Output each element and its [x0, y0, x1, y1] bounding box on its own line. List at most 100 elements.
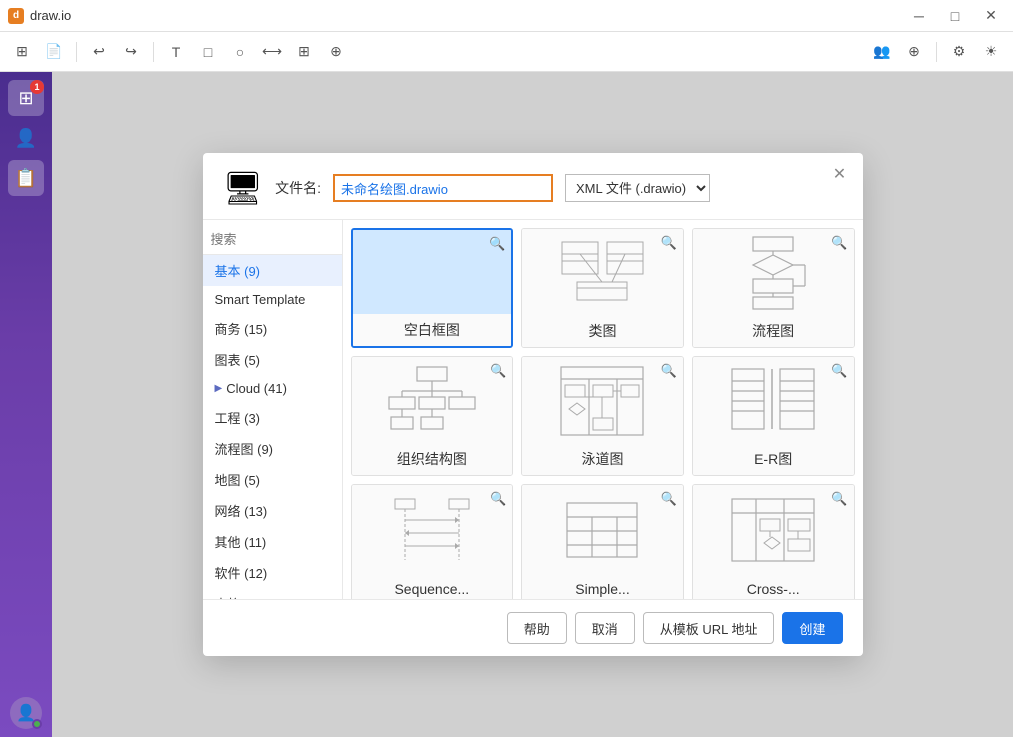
flowchart-svg	[733, 235, 813, 310]
search-icon: 🔍	[489, 236, 505, 252]
theme-button[interactable]: ☀	[977, 38, 1005, 66]
toolbar-btn-connect[interactable]: ⟷	[258, 38, 286, 66]
toolbar-btn-extra[interactable]: ⊕	[322, 38, 350, 66]
category-label: 软件 (12)	[215, 563, 268, 582]
category-item-basic[interactable]: 基本 (9)	[203, 255, 342, 286]
swimlane-svg	[557, 363, 647, 438]
toolbar-btn-circle[interactable]: ○	[226, 38, 254, 66]
category-item-map[interactable]: 地图 (5)	[203, 464, 342, 495]
template-grid: 🔍 空白框图 🔍	[343, 220, 863, 599]
template-simple[interactable]: 🔍 Simple...	[521, 484, 684, 599]
template-swimlane[interactable]: 🔍	[521, 356, 684, 476]
toolbar-btn-2[interactable]: 📄	[40, 38, 68, 66]
simple-preview: 🔍	[522, 485, 683, 575]
seq-svg	[387, 495, 477, 565]
template-blank[interactable]: 🔍 空白框图	[351, 228, 514, 348]
org-preview: 🔍	[352, 357, 513, 443]
simple-svg	[557, 495, 647, 565]
sequence-preview: 🔍	[352, 485, 513, 575]
template-label: Cross-...	[693, 575, 854, 599]
share-button[interactable]: ⊕	[900, 38, 928, 66]
category-label: 图表 (5)	[215, 350, 261, 369]
search-box: 🔍	[203, 224, 342, 255]
template-org[interactable]: 🔍	[351, 356, 514, 476]
notification-badge: 1	[30, 80, 44, 94]
org-svg	[387, 363, 477, 438]
new-diagram-dialog: 🖥 文件名: XML 文件 (.drawio) PDF 文件 (.pdf) ✕	[203, 153, 863, 656]
category-item-smart[interactable]: Smart Template	[203, 286, 342, 313]
file-type-select[interactable]: XML 文件 (.drawio) PDF 文件 (.pdf)	[565, 174, 710, 202]
category-item-cloud[interactable]: ▶ Cloud (41)	[203, 375, 342, 402]
settings-button[interactable]: ⚙	[945, 38, 973, 66]
file-name-row: 文件名: XML 文件 (.drawio) PDF 文件 (.pdf)	[275, 174, 710, 202]
toolbar-sep-2	[153, 42, 154, 62]
undo-button[interactable]: ↩	[85, 38, 113, 66]
create-button[interactable]: 创建	[782, 612, 842, 644]
redo-button[interactable]: ↪	[117, 38, 145, 66]
category-label: Cloud (41)	[226, 381, 287, 396]
dialog-footer: 帮助 取消 从模板 URL 地址 创建	[203, 599, 863, 656]
template-cross[interactable]: 🔍	[692, 484, 855, 599]
dialog-close-button[interactable]: ✕	[829, 163, 851, 185]
minimize-button[interactable]: ─	[905, 6, 933, 26]
category-item-table[interactable]: 表格 (4)	[203, 588, 342, 599]
sidebar-home-badge: ⊞ 1	[8, 80, 44, 116]
help-button[interactable]: 帮助	[507, 612, 567, 644]
template-label: 空白框图	[353, 314, 512, 346]
sidebar-user-icon[interactable]: 👤	[8, 120, 44, 156]
category-item-engineering[interactable]: 工程 (3)	[203, 402, 342, 433]
category-label: Smart Template	[215, 292, 306, 307]
app-body: ⊞ 1 👤 📋 👤 🖥 文件名: XML 文件 (.drawio)	[0, 72, 1013, 737]
file-name-input[interactable]	[333, 174, 553, 202]
toolbar-btn-table[interactable]: ⊞	[290, 38, 318, 66]
template-sequence[interactable]: 🔍	[351, 484, 514, 599]
category-item-business[interactable]: 商务 (15)	[203, 313, 342, 344]
toolbar-btn-text[interactable]: T	[162, 38, 190, 66]
cross-preview: 🔍	[693, 485, 854, 575]
search-icon: 🔍	[661, 491, 677, 507]
flowchart-preview: 🔍	[693, 229, 854, 315]
collab-button[interactable]: 👥	[868, 38, 896, 66]
search-input[interactable]	[211, 232, 343, 247]
search-icon: 🔍	[831, 235, 847, 251]
category-item-software[interactable]: 软件 (12)	[203, 557, 342, 588]
search-icon: 🔍	[661, 363, 677, 379]
cancel-button[interactable]: 取消	[575, 612, 635, 644]
category-label: 流程图 (9)	[215, 439, 274, 458]
category-item-other[interactable]: 其他 (11)	[203, 526, 342, 557]
template-label: 组织结构图	[352, 443, 513, 475]
toolbar-sep-1	[76, 42, 77, 62]
class-preview: 🔍	[522, 229, 683, 315]
category-item-flowchart[interactable]: 流程图 (9)	[203, 433, 342, 464]
file-icon: 🖥	[223, 169, 264, 207]
er-svg	[728, 363, 818, 438]
category-list: 🔍 基本 (9) Smart Template 商务 (15) 图表 (5)	[203, 220, 343, 599]
template-label: 类图	[522, 315, 683, 347]
window-controls: ─ □ ✕	[905, 6, 1005, 26]
sidebar-docs-icon[interactable]: 📋	[8, 160, 44, 196]
avatar-status	[32, 719, 42, 729]
close-button[interactable]: ✕	[977, 6, 1005, 26]
app-icon: d	[8, 8, 24, 24]
swimlane-preview: 🔍	[522, 357, 683, 443]
dialog-header: 🖥 文件名: XML 文件 (.drawio) PDF 文件 (.pdf) ✕	[203, 153, 863, 219]
sidebar-avatar[interactable]: 👤	[10, 697, 42, 729]
url-button[interactable]: 从模板 URL 地址	[643, 612, 775, 644]
maximize-button[interactable]: □	[941, 6, 969, 26]
template-flowchart[interactable]: 🔍	[692, 228, 855, 348]
er-preview: 🔍	[693, 357, 854, 443]
category-label: 商务 (15)	[215, 319, 268, 338]
toolbar-btn-1[interactable]: ⊞	[8, 38, 36, 66]
toolbar: ⊞ 📄 ↩ ↪ T □ ○ ⟷ ⊞ ⊕ 👥 ⊕ ⚙ ☀	[0, 32, 1013, 72]
toolbar-btn-rect[interactable]: □	[194, 38, 222, 66]
search-icon: 🔍	[831, 491, 847, 507]
category-item-network[interactable]: 网络 (13)	[203, 495, 342, 526]
dialog-body: 🔍 基本 (9) Smart Template 商务 (15) 图表 (5)	[203, 219, 863, 599]
category-label: 表格 (4)	[215, 594, 261, 599]
search-icon: 🔍	[490, 491, 506, 507]
template-class[interactable]: 🔍	[521, 228, 684, 348]
toolbar-sep-3	[936, 42, 937, 62]
template-er[interactable]: 🔍	[692, 356, 855, 476]
titlebar: d draw.io ─ □ ✕	[0, 0, 1013, 32]
category-item-chart[interactable]: 图表 (5)	[203, 344, 342, 375]
